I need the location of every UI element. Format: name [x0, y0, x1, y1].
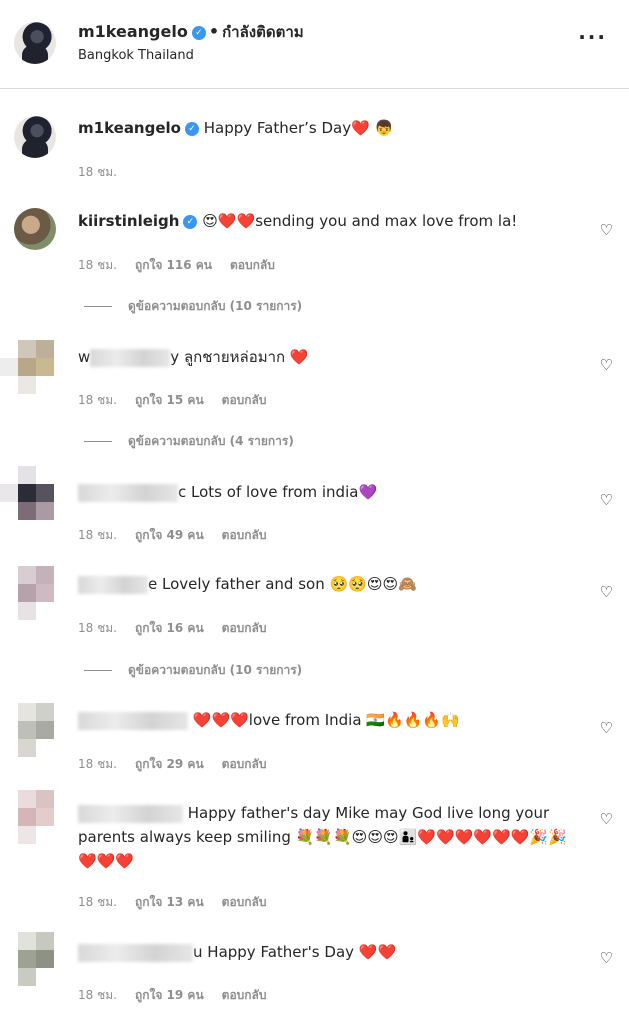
comment-text: u Happy Father's Day ❤️❤️ — [78, 940, 396, 964]
comment-meta: 18 ชม. ถูกใจ 49 คน ตอบกลับ — [78, 526, 285, 545]
heart-outline-icon[interactable]: ♡ — [600, 356, 613, 374]
view-replies-label: ดูข้อความตอบกลับ (10 รายการ) — [128, 663, 303, 677]
reply-button[interactable]: ตอบกลับ — [222, 988, 267, 1002]
avatar[interactable] — [0, 790, 54, 844]
comment-body: Happy Father's Day ❤️❤️ — [207, 943, 397, 961]
view-replies-button[interactable]: ดูข้อความตอบกลับ (10 รายการ) — [84, 297, 302, 316]
blurred-username — [78, 711, 188, 730]
comment-text: Happy father's day Mike may God live lon… — [78, 801, 578, 873]
dot-separator: • — [208, 22, 220, 41]
timestamp[interactable]: 18 ชม. — [78, 757, 117, 771]
comment-body: ❤️❤️❤️love from India 🇮🇳🔥🔥🔥🙌 — [192, 711, 460, 729]
blurred-username — [78, 943, 193, 962]
caption: m1keangelo ✓ Happy Father’s Day❤️ 👦 — [78, 116, 393, 140]
divider — [84, 306, 112, 307]
like-count[interactable]: ถูกใจ 116 คน — [135, 258, 212, 272]
comment-username-partial: u — [193, 943, 203, 961]
view-replies-label: ดูข้อความตอบกลับ (10 รายการ) — [128, 299, 303, 313]
reply-button[interactable]: ตอบกลับ — [222, 757, 267, 771]
divider — [84, 441, 112, 442]
reply-button[interactable]: ตอบกลับ — [222, 393, 267, 407]
comment-username[interactable]: kiirstinleigh — [78, 212, 179, 230]
reply-button[interactable]: ตอบกลับ — [222, 528, 267, 542]
avatar[interactable] — [0, 466, 54, 520]
heart-outline-icon[interactable]: ♡ — [600, 583, 613, 601]
comment-text: w y ลูกชายหล่อมาก ❤️ — [78, 345, 309, 369]
like-count[interactable]: ถูกใจ 49 คน — [135, 528, 204, 542]
avatar[interactable] — [0, 932, 54, 986]
comment-text: e Lovely father and son 🥺🥺😍😍🙈 — [78, 572, 417, 596]
comment-body: ลูกชายหล่อมาก ❤️ — [183, 348, 309, 366]
divider — [84, 670, 112, 671]
comment-meta: 18 ชม. ถูกใจ 15 คน ตอบกลับ — [78, 391, 285, 410]
like-count[interactable]: ถูกใจ 16 คน — [135, 621, 204, 635]
caption-text: Happy Father’s Day❤️ 👦 — [203, 119, 394, 137]
view-replies-button[interactable]: ดูข้อความตอบกลับ (10 รายการ) — [84, 661, 302, 680]
timestamp[interactable]: 18 ชม. — [78, 258, 117, 272]
following-button[interactable]: กำลังติดตาม — [222, 23, 304, 41]
timestamp[interactable]: 18 ชม. — [78, 393, 117, 407]
like-count[interactable]: ถูกใจ 19 คน — [135, 988, 204, 1002]
owner-username[interactable]: m1keangelo — [78, 22, 188, 41]
heart-outline-icon[interactable]: ♡ — [600, 810, 613, 828]
timestamp[interactable]: 18 ชม. — [78, 621, 117, 635]
comment-body: Lovely father and son 🥺🥺😍😍🙈 — [162, 575, 417, 593]
comment-text: c Lots of love from india💜 — [78, 480, 377, 504]
reply-button[interactable]: ตอบกลับ — [222, 895, 267, 909]
blurred-username — [90, 348, 171, 367]
comment-body: Lots of love from india💜 — [191, 483, 378, 501]
comment-text: kiirstinleigh ✓ 😍❤️❤️sending you and max … — [78, 209, 517, 233]
blurred-username — [78, 483, 178, 502]
post-header: m1keangelo ✓ • กำลังติดตาม Bangkok Thailand… — [0, 0, 629, 89]
verified-badge-icon: ✓ — [191, 25, 206, 40]
avatar[interactable] — [0, 703, 54, 757]
avatar[interactable] — [14, 116, 56, 158]
heart-outline-icon[interactable]: ♡ — [600, 221, 613, 239]
comment-meta: 18 ชม. ถูกใจ 29 คน ตอบกลับ — [78, 755, 285, 774]
comment-text: ❤️❤️❤️love from India 🇮🇳🔥🔥🔥🙌 — [78, 708, 460, 732]
comment-body: 😍❤️❤️sending you and max love from la! — [202, 212, 518, 230]
avatar[interactable] — [0, 340, 54, 394]
blurred-username — [78, 804, 183, 823]
caption-meta: 18 ชม. — [78, 163, 135, 182]
timestamp[interactable]: 18 ชม. — [78, 895, 117, 909]
avatar[interactable] — [0, 566, 54, 620]
avatar[interactable] — [14, 22, 56, 64]
verified-badge-icon: ✓ — [184, 121, 199, 136]
avatar[interactable] — [14, 208, 56, 250]
blurred-username — [78, 575, 148, 594]
comment-username-partial: y — [170, 348, 180, 366]
timestamp[interactable]: 18 ชม. — [78, 165, 117, 179]
comment-meta: 18 ชม. ถูกใจ 16 คน ตอบกลับ — [78, 619, 285, 638]
more-options-icon[interactable]: ··· — [578, 27, 607, 47]
caption-username[interactable]: m1keangelo — [78, 119, 181, 137]
like-count[interactable]: ถูกใจ 13 คน — [135, 895, 204, 909]
timestamp[interactable]: 18 ชม. — [78, 528, 117, 542]
reply-button[interactable]: ตอบกลับ — [230, 258, 275, 272]
reply-button[interactable]: ตอบกลับ — [222, 621, 267, 635]
view-replies-button[interactable]: ดูข้อความตอบกลับ (4 รายการ) — [84, 432, 294, 451]
comment-username-partial: c — [178, 483, 187, 501]
like-count[interactable]: ถูกใจ 15 คน — [135, 393, 204, 407]
like-count[interactable]: ถูกใจ 29 คน — [135, 757, 204, 771]
comment-username-partial: e — [148, 575, 158, 593]
location-link[interactable]: Bangkok Thailand — [78, 48, 194, 63]
comment-meta: 18 ชม. ถูกใจ 13 คน ตอบกลับ — [78, 893, 285, 912]
timestamp[interactable]: 18 ชม. — [78, 988, 117, 1002]
comment-meta: 18 ชม. ถูกใจ 116 คน ตอบกลับ — [78, 256, 293, 275]
header-title: m1keangelo ✓ • กำลังติดตาม — [78, 20, 304, 44]
verified-badge-icon: ✓ — [183, 214, 198, 229]
heart-outline-icon[interactable]: ♡ — [600, 491, 613, 509]
heart-outline-icon[interactable]: ♡ — [600, 949, 613, 967]
comment-meta: 18 ชม. ถูกใจ 19 คน ตอบกลับ — [78, 986, 285, 1005]
comment-username-partial[interactable]: w — [78, 348, 90, 366]
view-replies-label: ดูข้อความตอบกลับ (4 รายการ) — [128, 434, 294, 448]
heart-outline-icon[interactable]: ♡ — [600, 719, 613, 737]
